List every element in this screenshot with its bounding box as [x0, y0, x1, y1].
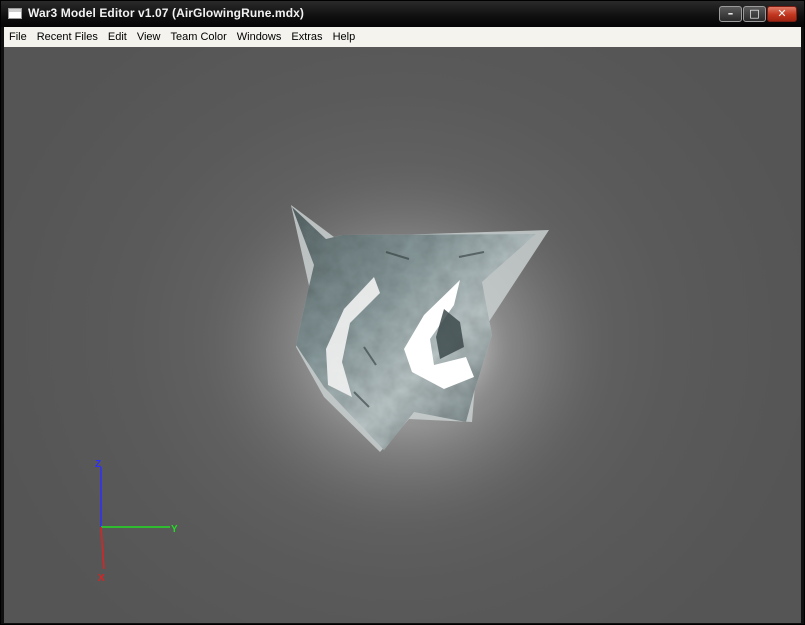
close-button[interactable]: ✕ — [767, 6, 797, 22]
menu-file[interactable]: File — [4, 27, 32, 47]
model-viewport[interactable]: Z Y X — [4, 47, 801, 623]
window-title: War3 Model Editor v1.07 (AirGlowingRune.… — [28, 6, 304, 20]
maximize-button[interactable]: □ — [743, 6, 766, 22]
menu-extras[interactable]: Extras — [286, 27, 327, 47]
menu-edit[interactable]: Edit — [103, 27, 132, 47]
menu-view[interactable]: View — [132, 27, 166, 47]
menu-team-color[interactable]: Team Color — [166, 27, 232, 47]
x-axis-line — [100, 526, 105, 570]
title-bar[interactable]: War3 Model Editor v1.07 (AirGlowingRune.… — [1, 1, 804, 27]
z-axis-label: Z — [95, 459, 101, 470]
menu-help[interactable]: Help — [328, 27, 361, 47]
viewport-canvas: Z Y X — [95, 157, 616, 584]
app-window: War3 Model Editor v1.07 (AirGlowingRune.… — [0, 0, 805, 625]
app-window-icon[interactable] — [8, 8, 22, 19]
menu-bar: File Recent Files Edit View Team Color W… — [4, 27, 801, 47]
y-axis-label: Y — [171, 524, 178, 535]
menu-recent-files[interactable]: Recent Files — [32, 27, 103, 47]
menu-windows[interactable]: Windows — [232, 27, 287, 47]
minimize-button[interactable]: – — [719, 6, 742, 22]
axis-gizmo: Z Y X — [95, 459, 178, 584]
window-controls: – □ ✕ — [719, 6, 797, 22]
x-axis-label: X — [98, 573, 105, 584]
